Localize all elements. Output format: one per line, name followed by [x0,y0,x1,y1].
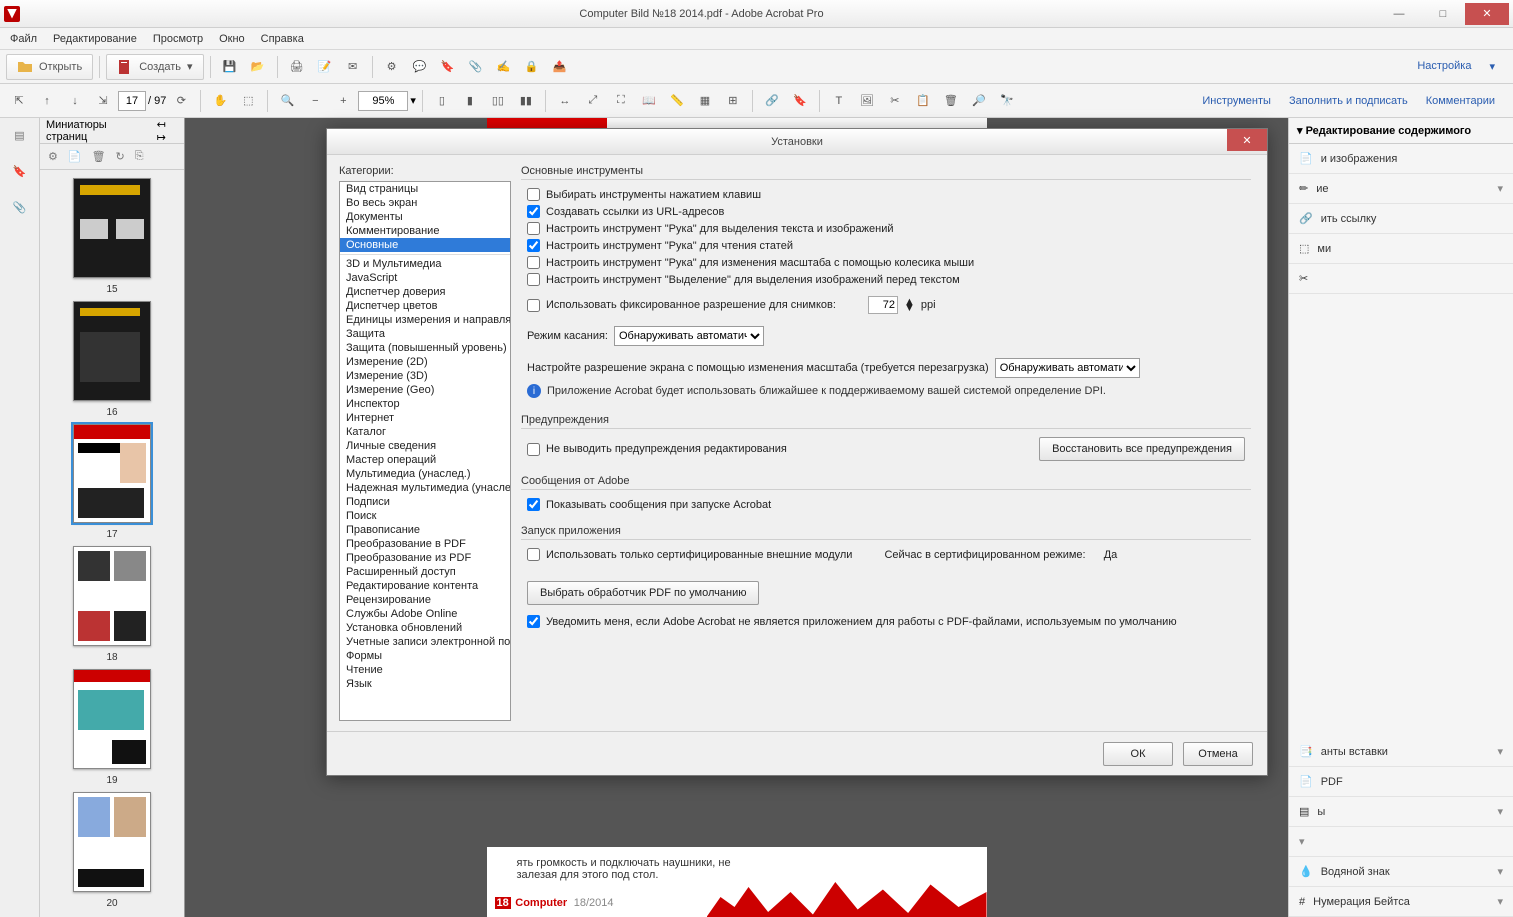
screen-res-select[interactable]: Обнаруживать автоматически [995,358,1140,378]
categories-label: Категории: [339,165,511,177]
category-item[interactable]: Защита (повышенный уровень) [340,341,510,355]
checkbox-select-images[interactable] [527,273,540,286]
category-item[interactable]: Учетные записи электронной почты [340,635,510,649]
category-item[interactable]: Преобразование из PDF [340,551,510,565]
category-item[interactable]: Поиск [340,509,510,523]
spinner-down-icon[interactable]: ▼ [904,305,915,311]
category-item[interactable]: Диспетчер цветов [340,299,510,313]
category-item[interactable]: 3D и Мультимедиа [340,257,510,271]
category-item[interactable]: Личные сведения [340,439,510,453]
cancel-button[interactable]: Отмена [1183,742,1253,766]
category-item[interactable]: Защита [340,327,510,341]
category-item[interactable]: Измерение (3D) [340,369,510,383]
checkbox-certified-plugins[interactable] [527,548,540,561]
category-item[interactable]: Подписи [340,495,510,509]
dialog-title: Установки [771,136,823,148]
category-item[interactable]: Расширенный доступ [340,565,510,579]
category-item[interactable]: Единицы измерения и направляющие [340,313,510,327]
dialog-close-button[interactable]: ✕ [1227,129,1267,151]
category-item[interactable]: Мастер операций [340,453,510,467]
category-item[interactable]: Установка обновлений [340,621,510,635]
categories-list[interactable]: Вид страницыВо весь экранДокументыКоммен… [339,181,511,721]
category-item[interactable]: JavaScript [340,271,510,285]
category-item[interactable]: Язык [340,677,510,691]
touch-mode-select[interactable]: Обнаруживать автоматически [614,326,764,346]
category-item[interactable]: Рецензирование [340,593,510,607]
info-icon: i [527,384,541,398]
category-item[interactable]: Комментирование [340,224,510,238]
category-item[interactable]: Вид страницы [340,182,510,196]
checkbox-hide-edit-warnings[interactable] [527,443,540,456]
category-item[interactable]: Во весь экран [340,196,510,210]
group-adobe-messages: Сообщения от Adobe [521,475,1251,490]
group-warnings: Предупреждения [521,414,1251,429]
checkbox-fixed-res[interactable] [527,299,540,312]
group-app-launch: Запуск приложения [521,525,1251,540]
category-item[interactable]: Инспектор [340,397,510,411]
ppi-input[interactable] [868,296,898,314]
checkbox-notify-default[interactable] [527,615,540,628]
ok-button[interactable]: ОК [1103,742,1173,766]
checkbox-url-links[interactable] [527,205,540,218]
default-pdf-handler-button[interactable]: Выбрать обработчик PDF по умолчанию [527,581,759,605]
preferences-dialog: Установки ✕ Категории: Вид страницыВо ве… [326,128,1268,776]
category-item[interactable]: Формы [340,649,510,663]
category-item[interactable]: Основные [340,238,510,252]
checkbox-hand-articles[interactable] [527,239,540,252]
category-item[interactable]: Преобразование в PDF [340,537,510,551]
category-item[interactable]: Каталог [340,425,510,439]
group-main-tools: Основные инструменты [521,165,1251,180]
reset-warnings-button[interactable]: Восстановить все предупреждения [1039,437,1245,461]
category-item[interactable]: Диспетчер доверия [340,285,510,299]
cert-mode-label: Сейчас в сертифицированном режиме: [884,549,1085,561]
screen-res-label: Настройте разрешение экрана с помощью из… [527,362,989,374]
category-item[interactable]: Чтение [340,663,510,677]
category-item[interactable]: Редактирование контента [340,579,510,593]
touch-mode-label: Режим касания: [527,330,608,342]
category-item[interactable]: Интернет [340,411,510,425]
cert-mode-value: Да [1104,549,1118,561]
category-item[interactable]: Измерение (Geo) [340,383,510,397]
category-item[interactable]: Документы [340,210,510,224]
checkbox-keyboard-tools[interactable] [527,188,540,201]
category-item[interactable]: Надежная мультимедиа (унаслед.) [340,481,510,495]
checkbox-hand-select[interactable] [527,222,540,235]
category-item[interactable]: Службы Adobe Online [340,607,510,621]
category-item[interactable]: Мультимедиа (унаслед.) [340,467,510,481]
checkbox-show-startup-messages[interactable] [527,498,540,511]
category-item[interactable]: Правописание [340,523,510,537]
checkbox-hand-zoom[interactable] [527,256,540,269]
category-item[interactable]: Измерение (2D) [340,355,510,369]
